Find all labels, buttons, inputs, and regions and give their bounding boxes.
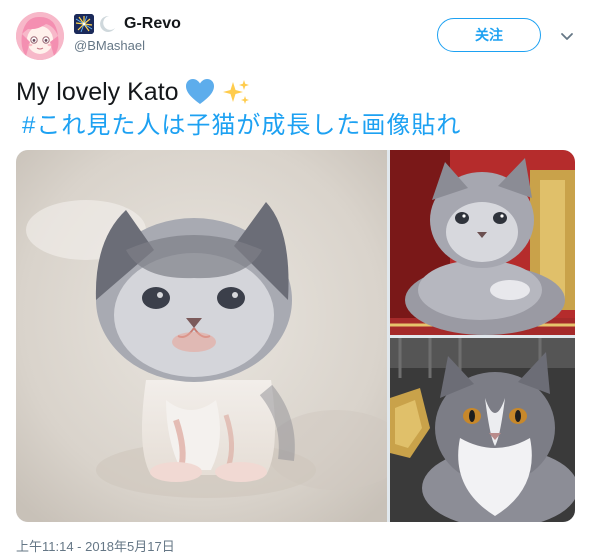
tweet-text-body: My lovely Kato: [16, 78, 179, 106]
tweet-text: My lovely Kato: [16, 76, 251, 108]
kitten-newborn-photo[interactable]: [16, 150, 387, 522]
media-grid: [16, 150, 575, 522]
crescent-moon-icon: [98, 15, 116, 33]
display-name[interactable]: G-Revo: [124, 15, 181, 33]
tweet-timestamp[interactable]: 上午11:14 - 2018年5月17日: [16, 536, 175, 555]
chevron-down-icon[interactable]: [559, 28, 575, 44]
avatar-anime-girl-icon: [16, 12, 64, 60]
follow-button[interactable]: 关注: [437, 18, 541, 52]
fireworks-icon: [74, 14, 94, 34]
user-name-row[interactable]: G-Revo: [74, 12, 181, 36]
user-handle[interactable]: @BMashael: [74, 38, 145, 53]
tweet-card: G-Revo @BMashael 关注 My lovely Kato #これ見た…: [0, 0, 603, 560]
sparkles-icon: [222, 80, 249, 104]
hashtag-link[interactable]: #これ見た人は子猫が成長した画像貼れ: [22, 110, 461, 142]
kitten-young-photo[interactable]: [390, 150, 575, 335]
avatar[interactable]: [16, 12, 64, 60]
adult-cat-photo[interactable]: [390, 338, 575, 522]
blue-heart-icon: [185, 79, 214, 104]
